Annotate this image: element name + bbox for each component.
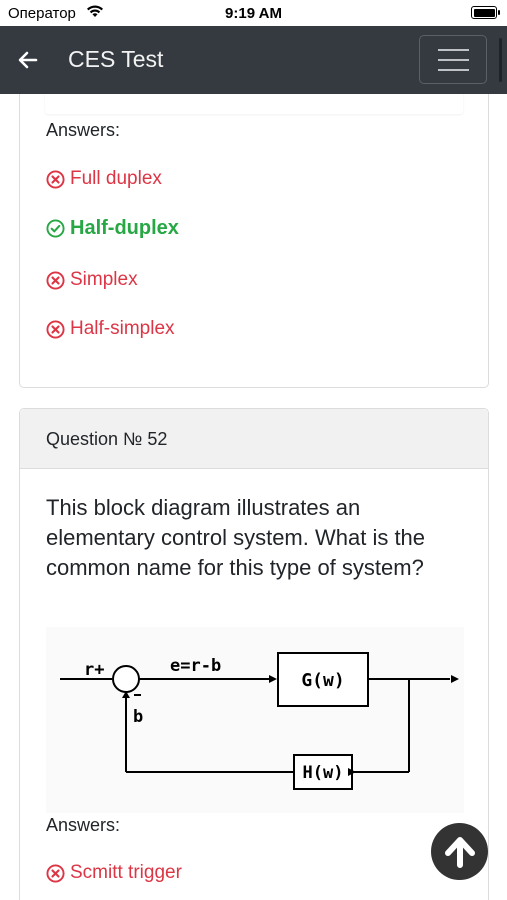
menu-button[interactable] xyxy=(419,35,487,84)
answer-text: Half-duplex xyxy=(70,217,179,239)
feedback-block-label: H(w) xyxy=(303,763,344,783)
block-diagram: r+ e=r-b G(w) H(w) b xyxy=(46,627,464,813)
answers-label: Answers: xyxy=(46,120,121,140)
scroll-to-top-button[interactable] xyxy=(431,823,488,880)
x-circle-icon xyxy=(46,169,65,189)
question-text: This block diagram illustrates an elemen… xyxy=(46,495,426,580)
content-area: Answers: Full duplex Half-duplex Simplex xyxy=(0,94,507,900)
block-diagram-svg: r+ e=r-b G(w) H(w) b xyxy=(60,652,459,790)
answer-option: Scmitt trigger xyxy=(46,862,182,884)
arrow-up-icon xyxy=(444,836,475,868)
status-bar: Оператор 9:19 AM xyxy=(0,0,507,26)
input-label: r+ xyxy=(84,660,104,680)
answer-text: Half-simplex xyxy=(70,318,175,339)
output-arrowhead xyxy=(451,675,459,683)
x-circle-icon xyxy=(46,863,65,883)
app-header: CES Test xyxy=(0,26,507,94)
x-circle-icon xyxy=(46,319,65,339)
answer-text: Full duplex xyxy=(70,168,162,189)
arrow-left-icon[interactable] xyxy=(16,48,40,72)
error-label: e=r-b xyxy=(170,656,221,676)
page-title: CES Test xyxy=(68,46,164,72)
question-header: Question № 52 xyxy=(20,409,488,469)
previous-question-image xyxy=(45,94,463,114)
check-circle-icon xyxy=(46,219,65,238)
question-number: Question № 52 xyxy=(46,429,168,449)
battery-icon xyxy=(471,6,500,19)
status-time: 9:19 AM xyxy=(225,5,282,22)
question-card: Question № 52 This block diagram illustr… xyxy=(19,408,489,900)
answer-option: Simplex xyxy=(46,269,138,291)
scroll-indicator xyxy=(499,38,502,82)
answer-text: Scmitt trigger xyxy=(70,862,182,883)
summing-junction xyxy=(112,665,140,693)
answer-text: Simplex xyxy=(70,269,138,290)
forward-block-label: G(w) xyxy=(301,670,344,691)
answer-option: Half-simplex xyxy=(46,318,175,340)
forward-arrowhead xyxy=(269,675,277,683)
feedback-label: b xyxy=(133,707,143,727)
answer-option-correct: Half-duplex xyxy=(46,217,179,240)
answers-label: Answers: xyxy=(46,815,121,835)
previous-question-card: Answers: Full duplex Half-duplex Simplex xyxy=(19,94,489,388)
answer-option: Full duplex xyxy=(46,168,162,190)
x-circle-icon xyxy=(46,270,65,290)
